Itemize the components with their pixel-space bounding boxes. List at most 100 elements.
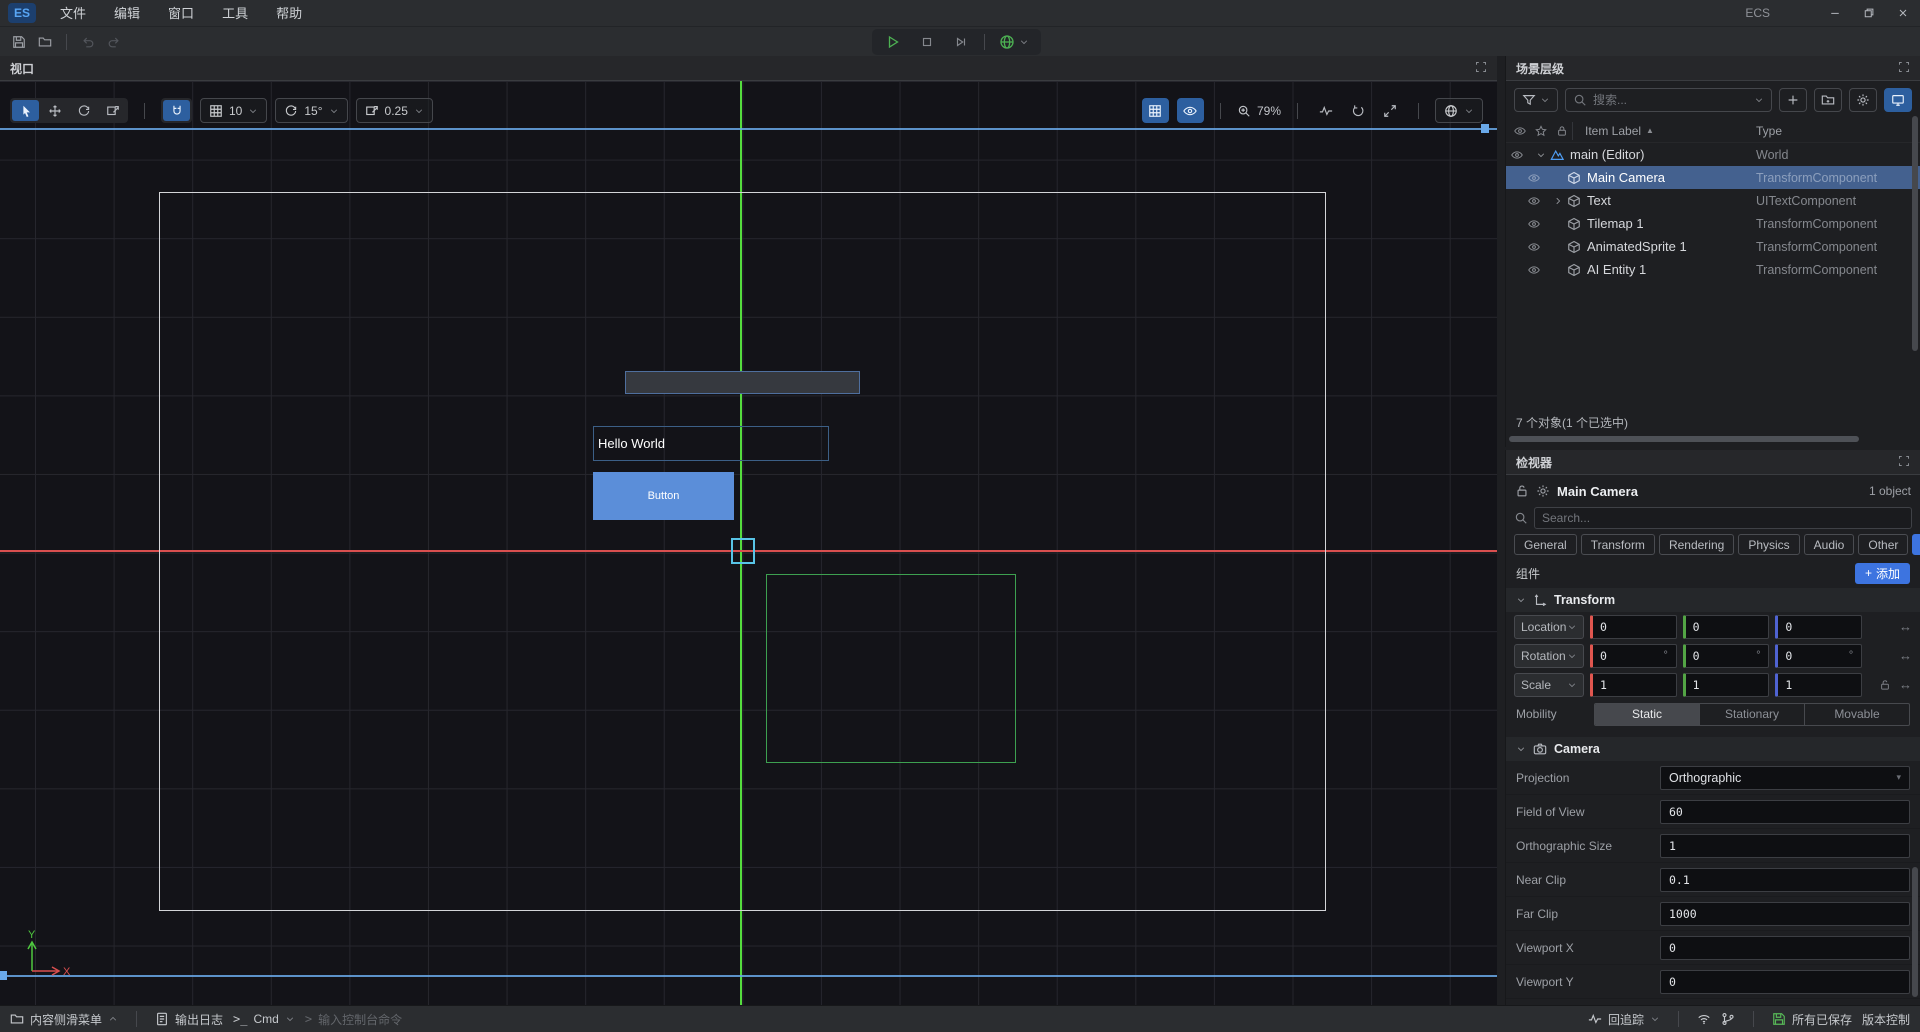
mobility-movable[interactable]: Movable — [1805, 704, 1909, 725]
chevron-right-icon[interactable] — [1553, 196, 1563, 206]
tree-row-text[interactable]: Text UITextComponent — [1506, 189, 1920, 212]
camera-gizmo-rect[interactable] — [731, 538, 755, 564]
lock-scale-icon[interactable] — [1879, 679, 1891, 691]
menu-help[interactable]: 帮助 — [262, 0, 316, 27]
display-mode-button[interactable] — [1884, 88, 1912, 112]
menu-file[interactable]: 文件 — [46, 0, 100, 27]
rotation-mode-dropdown[interactable]: Rotation — [1514, 644, 1584, 668]
location-z-field[interactable]: 0 — [1775, 615, 1862, 639]
network-status-button[interactable] — [1697, 1012, 1711, 1026]
console-input-area[interactable]: > 输入控制台命令 — [305, 1011, 402, 1028]
link-axes-icon[interactable]: ↔ — [1899, 677, 1912, 692]
redo-button[interactable] — [101, 30, 127, 54]
tree-row-ai-entity-1[interactable]: AI Entity 1 TransformComponent — [1506, 258, 1920, 281]
location-x-field[interactable]: 0 — [1590, 615, 1677, 639]
zoom-level[interactable]: 79% — [1237, 104, 1281, 118]
mobility-static[interactable]: Static — [1595, 704, 1700, 725]
rotate-tool-button[interactable] — [70, 100, 97, 121]
add-component-button[interactable]: + 添加 — [1855, 563, 1910, 584]
bound-handle-top[interactable] — [1481, 124, 1489, 133]
tree-row-main-camera[interactable]: Main Camera TransformComponent — [1506, 166, 1920, 189]
fullscreen-button[interactable] — [1378, 99, 1402, 123]
scale-z-field[interactable]: 1 — [1775, 673, 1862, 697]
tilemap-bounds-rect[interactable] — [766, 574, 1016, 763]
stop-button[interactable] — [912, 31, 942, 53]
inspector-search-input[interactable] — [1542, 511, 1904, 525]
filter-dropdown[interactable] — [1514, 88, 1558, 112]
viewport-x-input[interactable]: 0 — [1660, 936, 1910, 960]
output-log-button[interactable]: 输出日志 — [155, 1011, 223, 1028]
view-globe-dropdown[interactable] — [1435, 98, 1483, 123]
grid-size-dropdown[interactable]: 10 — [200, 98, 267, 123]
add-folder-button[interactable] — [1814, 88, 1842, 112]
step-button[interactable] — [946, 31, 976, 53]
mobility-stationary[interactable]: Stationary — [1700, 704, 1805, 725]
visibility-toggle-icon[interactable] — [1511, 149, 1523, 161]
scale-y-field[interactable]: 1 — [1683, 673, 1770, 697]
location-y-field[interactable]: 0 — [1683, 615, 1770, 639]
far-clip-input[interactable]: 1000 — [1660, 902, 1910, 926]
branch-button[interactable] — [1721, 1012, 1735, 1026]
near-clip-input[interactable]: 0.1 — [1660, 868, 1910, 892]
select-tool-button[interactable] — [12, 100, 39, 121]
stats-button[interactable] — [1314, 99, 1338, 123]
save-status[interactable]: 所有已保存 — [1772, 1011, 1852, 1028]
scene-canvas[interactable]: Hello World Button Y X — [0, 81, 1497, 1005]
visibility-toggle-icon[interactable] — [1528, 172, 1540, 184]
eye-icon[interactable] — [1514, 125, 1526, 137]
sprite-placeholder[interactable] — [625, 371, 860, 394]
tab-physics[interactable]: Physics — [1738, 534, 1799, 555]
expand-viewport-button[interactable] — [1475, 61, 1487, 76]
rotation-y-field[interactable]: 0° — [1683, 644, 1770, 668]
tree-row-tilemap-1[interactable]: Tilemap 1 TransformComponent — [1506, 212, 1920, 235]
close-button[interactable] — [1886, 0, 1920, 27]
chevron-down-icon[interactable] — [1536, 150, 1546, 160]
snap-toggle-button[interactable] — [163, 100, 190, 121]
viewport-y-input[interactable]: 0 — [1660, 970, 1910, 994]
horizontal-scrollbar[interactable] — [1509, 436, 1859, 442]
scale-x-field[interactable]: 1 — [1590, 673, 1677, 697]
visibility-toggle-icon[interactable] — [1528, 218, 1540, 230]
rotation-z-field[interactable]: 0° — [1775, 644, 1862, 668]
tab-all[interactable]: All — [1912, 534, 1920, 555]
hierarchy-search[interactable] — [1565, 88, 1772, 112]
lock-open-icon[interactable] — [1515, 484, 1529, 498]
tab-audio[interactable]: Audio — [1804, 534, 1855, 555]
vertical-scrollbar[interactable] — [1912, 867, 1918, 997]
save-button[interactable] — [6, 30, 32, 54]
tab-general[interactable]: General — [1514, 534, 1577, 555]
trace-dropdown[interactable]: 回追踪 — [1588, 1011, 1660, 1028]
visibility-toggle-button[interactable] — [1177, 98, 1204, 123]
star-icon[interactable] — [1535, 125, 1547, 137]
hierarchy-search-input[interactable] — [1593, 93, 1748, 107]
open-button[interactable] — [32, 30, 58, 54]
visibility-toggle-icon[interactable] — [1528, 195, 1540, 207]
grid-toggle-button[interactable] — [1142, 98, 1169, 123]
tab-other[interactable]: Other — [1858, 534, 1908, 555]
projection-select[interactable]: Orthographic ▾ — [1660, 766, 1910, 790]
app-logo[interactable]: ES — [8, 3, 36, 23]
minimize-button[interactable] — [1818, 0, 1852, 27]
text-entity[interactable]: Hello World — [593, 426, 829, 461]
lock-icon[interactable] — [1556, 125, 1568, 137]
button-entity[interactable]: Button — [593, 472, 734, 520]
tab-rendering[interactable]: Rendering — [1659, 534, 1734, 555]
scale-snap-dropdown[interactable]: 0.25 — [356, 98, 433, 123]
move-tool-button[interactable] — [41, 100, 68, 121]
maximize-button[interactable] — [1852, 0, 1886, 27]
version-control-button[interactable]: 版本控制 — [1862, 1011, 1910, 1028]
rotation-snap-dropdown[interactable]: 15° — [275, 98, 347, 123]
location-mode-dropdown[interactable]: Location — [1514, 615, 1584, 639]
column-item-label[interactable]: Item Label — [1585, 124, 1641, 138]
tree-row-main[interactable]: main (Editor) World — [1506, 143, 1920, 166]
transform-section-header[interactable]: Transform — [1506, 588, 1920, 612]
expand-hierarchy-button[interactable] — [1898, 61, 1910, 76]
vertical-scrollbar[interactable] — [1912, 116, 1918, 351]
visibility-toggle-icon[interactable] — [1528, 264, 1540, 276]
field-of-view-input[interactable]: 60 — [1660, 800, 1910, 824]
edit-tool-button[interactable] — [99, 100, 126, 121]
reset-view-button[interactable] — [1346, 99, 1370, 123]
camera-section-header[interactable]: Camera — [1506, 737, 1920, 761]
undo-button[interactable] — [75, 30, 101, 54]
column-type[interactable]: Type — [1756, 124, 1782, 138]
